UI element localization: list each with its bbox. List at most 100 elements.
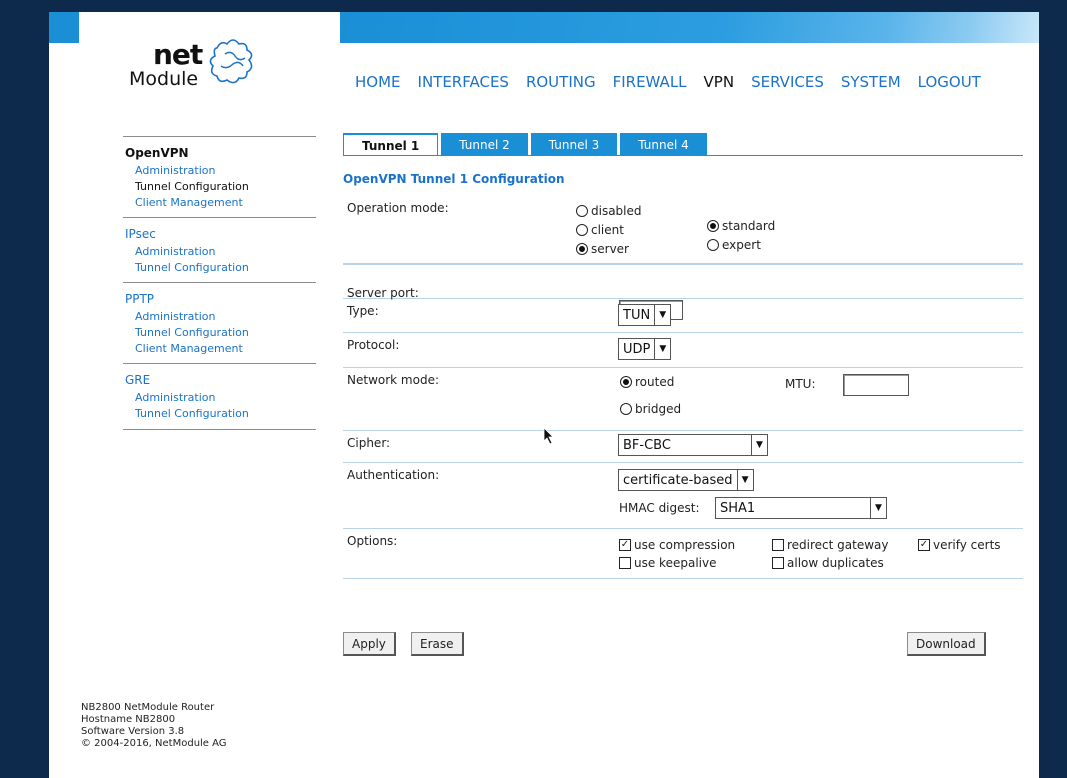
sidebar-item-pptp-administration[interactable]: Administration [125, 309, 316, 325]
radio-label: standard [722, 219, 776, 233]
type-select-value: TUN [623, 307, 651, 323]
device-hostname: Hostname NB2800 [81, 714, 176, 725]
checkbox-label: use compression [634, 538, 736, 552]
download-button[interactable]: Download [907, 632, 986, 656]
nav-home[interactable]: HOME [355, 73, 401, 91]
chevron-down-icon: ▼ [654, 339, 670, 359]
radio-icon [576, 205, 588, 217]
checkbox-label: redirect gateway [787, 538, 889, 552]
radio-label: server [591, 242, 629, 256]
cipher-select[interactable]: BF-CBC ▼ [618, 434, 768, 456]
sidebar-item-openvpn-administration[interactable]: Administration [125, 163, 316, 179]
apply-button[interactable]: Apply [343, 632, 396, 656]
label-network-mode: Network mode: [347, 373, 439, 387]
radio-icon [576, 224, 588, 236]
form-title: OpenVPN Tunnel 1 Configuration [343, 172, 565, 186]
label-options: Options: [347, 534, 398, 548]
sidebar-section-ipsec: IPsec Administration Tunnel Configuratio… [123, 217, 316, 282]
row-authentication: Authentication: certificate-based ▼ HMAC… [343, 463, 1023, 529]
chevron-down-icon: ▼ [751, 435, 767, 455]
sidebar-item-openvpn-tunnel-configuration[interactable]: Tunnel Configuration [125, 179, 316, 195]
tunnel-tabs: Tunnel 1 Tunnel 2 Tunnel 3 Tunnel 4 [343, 133, 710, 156]
label-operation-mode: Operation mode: [347, 201, 449, 215]
logo-net-text: net [153, 38, 203, 71]
radio-network-bridged[interactable]: bridged [620, 402, 681, 416]
tab-divider [343, 155, 1023, 156]
logo-module-text: Module [129, 68, 199, 90]
protocol-select-value: UDP [623, 341, 651, 357]
row-operation-mode: Operation mode: disabled client server s… [343, 196, 1023, 264]
erase-button[interactable]: Erase [411, 632, 464, 656]
label-cipher: Cipher: [347, 436, 391, 450]
checkbox-verify-certs[interactable]: ✓ verify certs [918, 538, 1001, 552]
header-band [340, 12, 1039, 43]
nav-routing[interactable]: ROUTING [526, 73, 596, 91]
label-authentication: Authentication: [347, 468, 440, 482]
sidebar-item-openvpn-client-management[interactable]: Client Management [125, 195, 316, 211]
checkbox-use-keepalive[interactable]: use keepalive [619, 556, 716, 570]
row-options: Options: ✓ use compression use keepalive… [343, 529, 1023, 579]
radio-label: expert [722, 238, 761, 252]
authentication-select-value: certificate-based [623, 472, 733, 488]
sidebar-title-openvpn[interactable]: OpenVPN [125, 146, 316, 160]
row-protocol: Protocol: UDP ▼ [343, 333, 1023, 368]
netmodule-logo[interactable]: net Module [129, 34, 269, 90]
puzzle-logo-icon [209, 39, 253, 84]
checkbox-allow-duplicates[interactable]: allow duplicates [772, 556, 884, 570]
nav-logout[interactable]: LOGOUT [918, 73, 981, 91]
radio-icon [620, 376, 632, 388]
sidebar-item-pptp-client-management[interactable]: Client Management [125, 341, 316, 357]
sidebar-title-gre[interactable]: GRE [125, 373, 316, 387]
sidebar-item-gre-administration[interactable]: Administration [125, 390, 316, 406]
checkbox-icon [619, 557, 631, 569]
cipher-select-value: BF-CBC [623, 437, 671, 453]
protocol-select[interactable]: UDP ▼ [618, 338, 672, 360]
checkbox-use-compression[interactable]: ✓ use compression [619, 538, 735, 552]
mtu-input[interactable] [843, 374, 909, 396]
page: net Module HOME INTERFACES ROUTING FIREW… [49, 12, 1039, 778]
nav-firewall[interactable]: FIREWALL [613, 73, 687, 91]
tab-tunnel-1[interactable]: Tunnel 1 [343, 133, 439, 156]
row-server-port: Server port: [343, 264, 1023, 300]
radio-icon [576, 243, 588, 255]
label-server-port: Server port: [347, 286, 419, 300]
radio-operation-server[interactable]: server [576, 242, 629, 256]
sidebar-item-ipsec-administration[interactable]: Administration [125, 244, 316, 260]
sidebar-section-pptp: PPTP Administration Tunnel Configuration… [123, 282, 316, 363]
radio-icon [707, 239, 719, 251]
copyright: © 2004-2016, NetModule AG [81, 738, 227, 749]
sidebar-title-pptp[interactable]: PPTP [125, 292, 316, 306]
main-nav: HOME INTERFACES ROUTING FIREWALL VPN SER… [355, 73, 998, 91]
hmac-digest-select-value: SHA1 [720, 500, 756, 516]
checkbox-redirect-gateway[interactable]: redirect gateway [772, 538, 889, 552]
radio-label: disabled [591, 204, 642, 218]
checkbox-icon [772, 539, 784, 551]
sidebar-section-openvpn: OpenVPN Administration Tunnel Configurat… [123, 136, 316, 217]
type-select[interactable]: TUN ▼ [618, 304, 672, 326]
row-cipher: Cipher: BF-CBC ▼ [343, 431, 1023, 463]
sidebar-title-ipsec[interactable]: IPsec [125, 227, 316, 241]
chevron-down-icon: ▼ [654, 305, 670, 325]
sidebar-item-pptp-tunnel-configuration[interactable]: Tunnel Configuration [125, 325, 316, 341]
authentication-select[interactable]: certificate-based ▼ [618, 469, 754, 491]
radio-server-expert[interactable]: expert [707, 238, 761, 252]
nav-vpn[interactable]: VPN [704, 73, 735, 91]
row-network-mode: Network mode: routed bridged MTU: [343, 368, 1023, 431]
radio-network-routed[interactable]: routed [620, 375, 674, 389]
sidebar-item-ipsec-tunnel-configuration[interactable]: Tunnel Configuration [125, 260, 316, 276]
nav-services[interactable]: SERVICES [751, 73, 824, 91]
tab-tunnel-2[interactable]: Tunnel 2 [441, 133, 528, 156]
nav-system[interactable]: SYSTEM [841, 73, 901, 91]
radio-operation-client[interactable]: client [576, 223, 624, 237]
label-hmac-digest: HMAC digest: [619, 501, 700, 515]
tab-tunnel-4[interactable]: Tunnel 4 [620, 133, 707, 156]
radio-label: routed [635, 375, 675, 389]
radio-operation-disabled[interactable]: disabled [576, 204, 642, 218]
tab-tunnel-3[interactable]: Tunnel 3 [530, 133, 618, 156]
sidebar-item-gre-tunnel-configuration[interactable]: Tunnel Configuration [125, 406, 316, 422]
hmac-digest-select[interactable]: SHA1 ▼ [715, 497, 887, 519]
label-type: Type: [347, 304, 379, 318]
nav-interfaces[interactable]: INTERFACES [418, 73, 509, 91]
mouse-pointer-icon [543, 427, 554, 445]
radio-server-standard[interactable]: standard [707, 219, 775, 233]
